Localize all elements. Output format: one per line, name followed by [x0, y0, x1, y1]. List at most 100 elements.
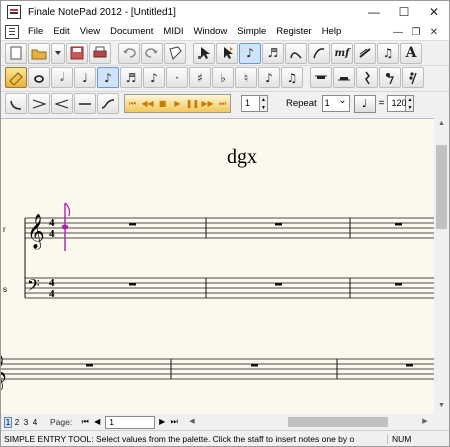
- thirty-second-note-icon[interactable]: ♪: [143, 67, 165, 88]
- scroll-left-icon[interactable]: ◀: [187, 417, 197, 425]
- play-tool-icon[interactable]: [216, 42, 238, 64]
- natural-icon[interactable]: ♮: [235, 67, 257, 88]
- forward-end-button[interactable]: ⏭: [215, 99, 230, 109]
- clipboard-icon[interactable]: [164, 42, 186, 64]
- tempo-field[interactable]: 120: [387, 95, 407, 112]
- selection-tool-icon[interactable]: [193, 42, 215, 64]
- menu-edit[interactable]: Edit: [48, 23, 74, 41]
- measure-spinner[interactable]: 1 ▲ ▼: [241, 95, 268, 112]
- scroll-right-icon[interactable]: ▶: [420, 417, 430, 425]
- print-icon[interactable]: [89, 42, 111, 64]
- scroll-down-icon[interactable]: ▼: [434, 402, 449, 409]
- rewind-button[interactable]: ◀◀: [140, 99, 155, 108]
- second-system-staff[interactable]: [1, 358, 434, 380]
- eighth-note-icon[interactable]: ♪: [97, 67, 119, 88]
- menu-document[interactable]: Document: [105, 23, 158, 41]
- menu-window[interactable]: Window: [188, 23, 232, 41]
- chord-tool-icon[interactable]: [354, 42, 376, 64]
- whole-note-icon[interactable]: [28, 67, 50, 88]
- page-tab-1[interactable]: 1: [4, 416, 12, 428]
- eighth-rest-icon[interactable]: [379, 67, 401, 88]
- maximize-button[interactable]: ☐: [389, 1, 419, 23]
- quarter-rest-icon[interactable]: [356, 67, 378, 88]
- sixteenth-note-icon[interactable]: ♬: [120, 67, 142, 88]
- expression-tool-icon[interactable]: mf: [331, 42, 353, 64]
- page-tab-4[interactable]: 4: [31, 418, 39, 427]
- simple-entry-tool-icon[interactable]: ♪: [239, 42, 261, 64]
- score-page[interactable]: dgx r 𝄞 4 4 s 𝄢 4 4: [1, 118, 434, 414]
- pause-button[interactable]: ❚❚: [185, 99, 200, 108]
- page-number-field[interactable]: 1: [105, 415, 156, 429]
- sharp-icon[interactable]: ♯: [189, 67, 211, 88]
- quarter-note-icon[interactable]: ♩: [74, 67, 96, 88]
- menu-midi[interactable]: MIDI: [158, 23, 188, 41]
- measure-spin-arrows-icon[interactable]: ▲ ▼: [260, 95, 268, 112]
- stop-button[interactable]: ■: [155, 99, 170, 108]
- smart-shape-tool-icon[interactable]: [308, 42, 330, 64]
- vertical-scrollbar[interactable]: ▲ ▼: [434, 118, 449, 414]
- last-page-icon[interactable]: ⏭: [169, 416, 179, 428]
- tie-icon[interactable]: ♪: [258, 67, 280, 88]
- menu-bar: File Edit View Document MIDI Window Simp…: [1, 23, 449, 41]
- play-button[interactable]: ▶: [170, 99, 185, 108]
- sixteenth-rest-icon[interactable]: [402, 67, 424, 88]
- tempo-spinner[interactable]: 120 ▲ ▼: [387, 95, 415, 112]
- save-icon[interactable]: [66, 42, 88, 64]
- menu-simple[interactable]: Simple: [232, 23, 271, 41]
- next-page-icon[interactable]: ▶: [157, 416, 167, 428]
- horizontal-scrollbar[interactable]: ◀ ▶: [184, 414, 449, 430]
- repeat-select[interactable]: 1: [321, 93, 350, 112]
- text-tool-icon[interactable]: A: [400, 42, 422, 64]
- decrescendo-icon[interactable]: [51, 93, 73, 114]
- menu-register[interactable]: Register: [271, 23, 316, 41]
- menu-file[interactable]: File: [23, 23, 48, 41]
- tempo-spin-arrows-icon[interactable]: ▲ ▼: [406, 95, 415, 112]
- mdi-close-button[interactable]: ✕: [425, 27, 443, 38]
- tempo-note-button[interactable]: ♩: [353, 94, 376, 113]
- half-rest-icon[interactable]: [333, 67, 355, 88]
- line-icon[interactable]: [74, 93, 96, 114]
- score-canvas[interactable]: dgx r 𝄞 4 4 s 𝄢 4 4: [1, 119, 434, 414]
- status-text: SIMPLE ENTRY TOOL: Select values from th…: [4, 433, 355, 444]
- close-button[interactable]: ✕: [419, 1, 449, 23]
- fast-forward-button[interactable]: ▶▶: [200, 99, 215, 108]
- open-icon[interactable]: [28, 42, 50, 64]
- page-tab-3[interactable]: 3: [22, 418, 30, 427]
- previous-page-icon[interactable]: ◀: [92, 416, 102, 428]
- menu-help[interactable]: Help: [317, 23, 347, 41]
- bass-staff[interactable]: [24, 218, 434, 299]
- menu-view[interactable]: View: [75, 23, 105, 41]
- half-note-icon[interactable]: 𝅗𝅥: [51, 67, 73, 88]
- page-navigation: 1 2 3 4 Page: ⏮ ◀ 1 ▶ ⏭: [1, 414, 184, 430]
- scroll-up-icon[interactable]: ▲: [434, 120, 449, 127]
- document-icon[interactable]: [5, 24, 19, 39]
- undo-icon[interactable]: [118, 42, 140, 64]
- new-icon[interactable]: [5, 42, 27, 64]
- flat-icon[interactable]: ♭: [212, 67, 234, 88]
- slur-icon[interactable]: [5, 93, 27, 114]
- dot-icon[interactable]: ·: [166, 67, 188, 88]
- measure-field[interactable]: 1: [241, 95, 260, 112]
- whole-rest-icon[interactable]: [310, 67, 332, 88]
- minimize-button[interactable]: —: [359, 1, 389, 23]
- gliss-icon[interactable]: [97, 93, 119, 114]
- treble-staff[interactable]: [24, 217, 434, 239]
- playback-controls: ⏮ ◀◀ ■ ▶ ❚❚ ▶▶ ⏭: [124, 94, 231, 113]
- treble-clef-icon: 𝄞: [27, 214, 45, 250]
- redo-icon[interactable]: [141, 42, 163, 64]
- page-tab-2[interactable]: 2: [13, 418, 21, 427]
- articulation-tool-icon[interactable]: [285, 42, 307, 64]
- open-dropdown-icon[interactable]: [51, 42, 65, 64]
- eraser-icon[interactable]: [5, 67, 27, 88]
- first-page-icon[interactable]: ⏮: [80, 416, 90, 428]
- mdi-restore-button[interactable]: ❐: [407, 27, 425, 38]
- rewind-start-button[interactable]: ⏮: [125, 99, 140, 109]
- horizontal-scroll-thumb[interactable]: [288, 417, 388, 427]
- vertical-scroll-thumb[interactable]: [436, 145, 447, 229]
- crescendo-icon[interactable]: [28, 93, 50, 114]
- mdi-minimize-button[interactable]: —: [389, 27, 407, 38]
- lyrics-tool-icon[interactable]: ♫: [377, 42, 399, 64]
- tempo-equals-label: =: [378, 98, 385, 109]
- tuplet-icon[interactable]: ♫: [281, 67, 303, 88]
- beamed-notes-tool-icon[interactable]: ♬: [262, 42, 284, 64]
